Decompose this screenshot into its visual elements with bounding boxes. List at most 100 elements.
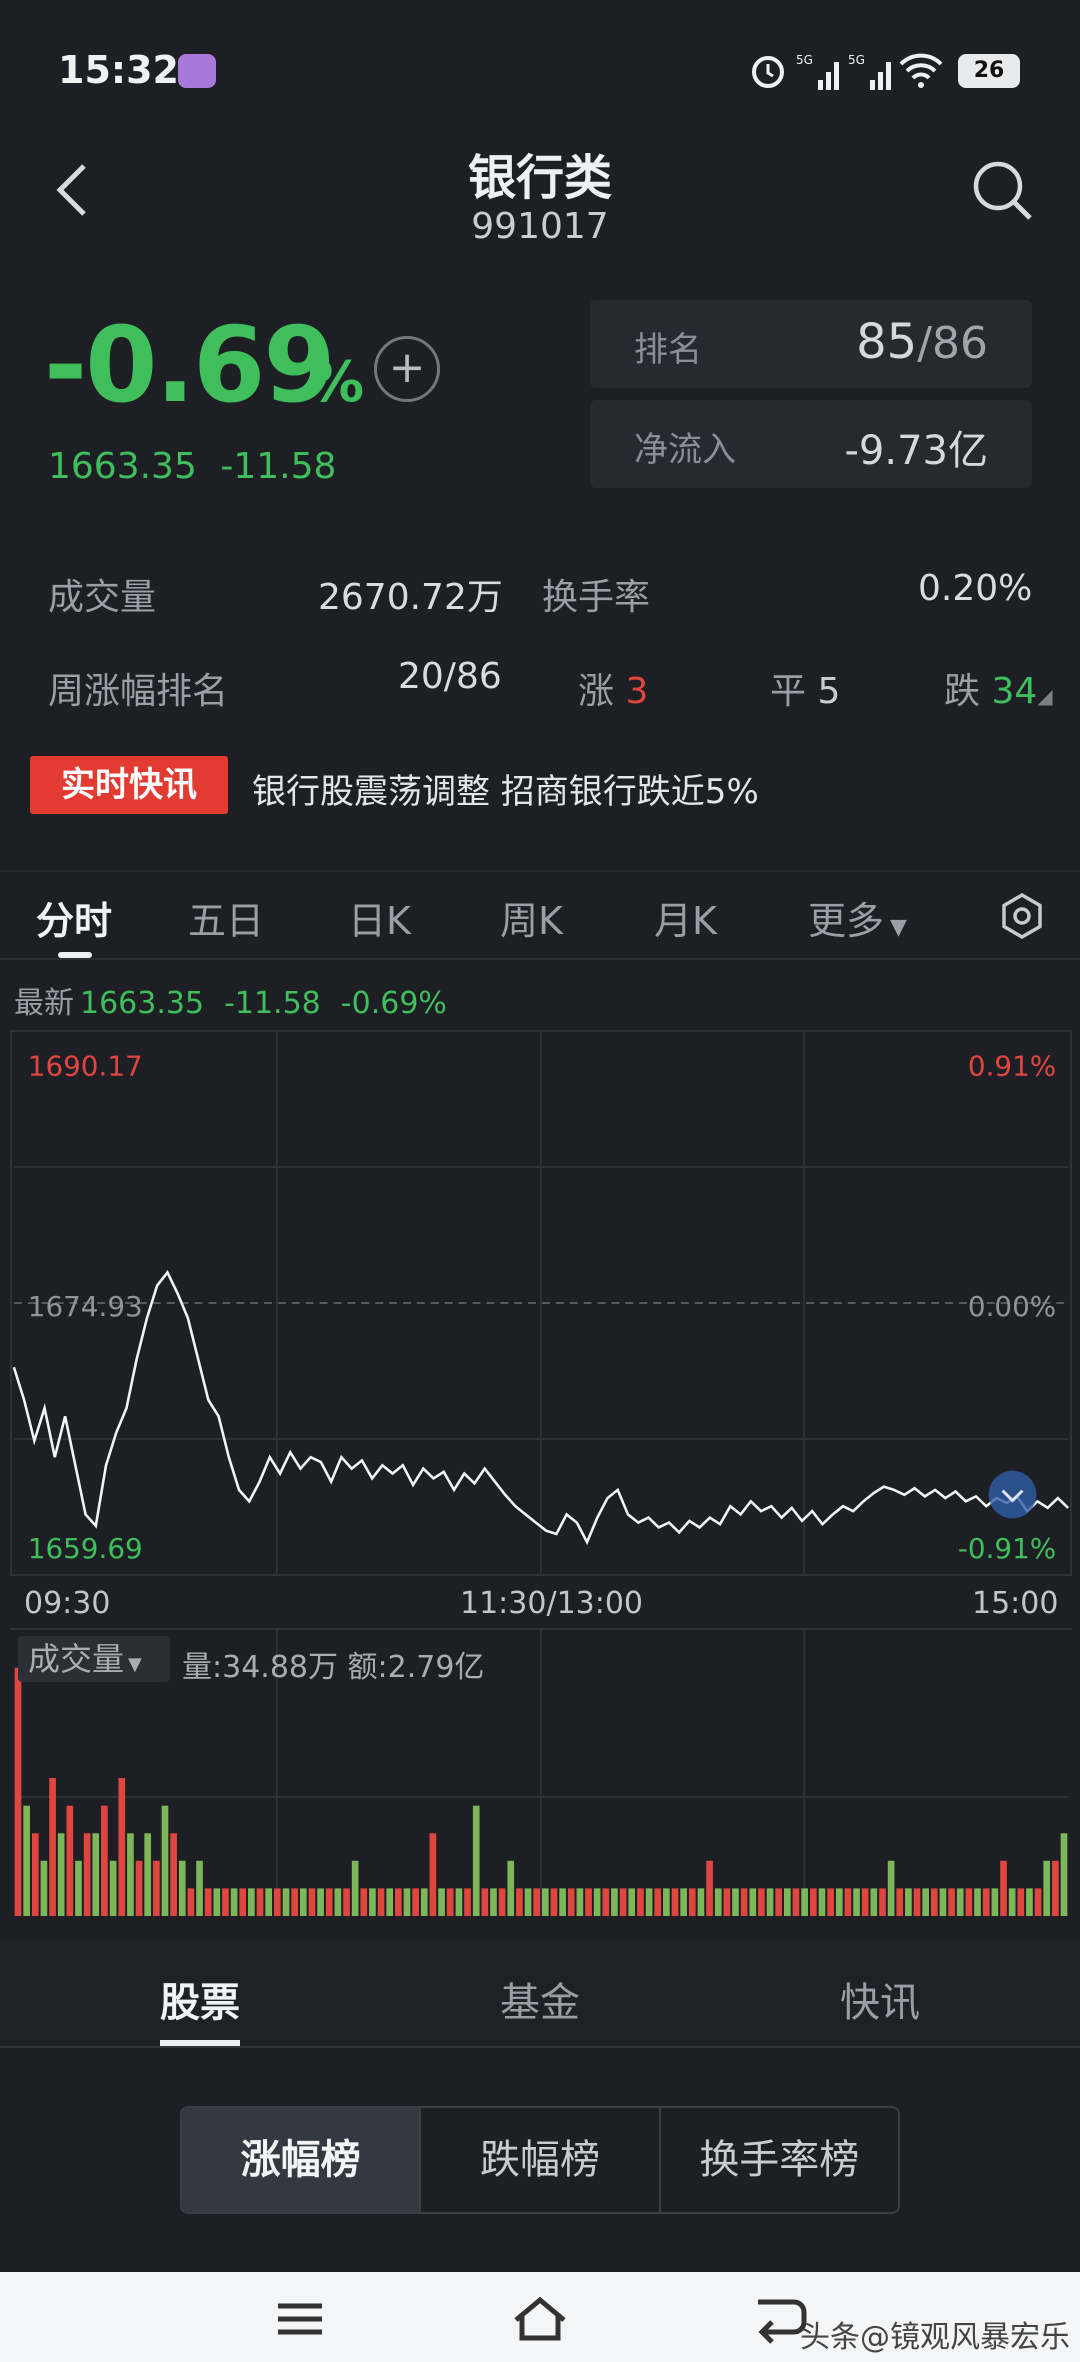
rank-box: 排名 85/86 bbox=[590, 300, 1032, 388]
tab-funds[interactable]: 基金 bbox=[500, 1970, 580, 2028]
volume-bar bbox=[628, 1888, 636, 1916]
volume-bar bbox=[299, 1888, 307, 1916]
volume-bar bbox=[377, 1888, 385, 1916]
volume-value: 2670.72万 bbox=[318, 577, 503, 618]
volume-bar bbox=[654, 1888, 662, 1916]
menu-icon[interactable] bbox=[270, 2294, 330, 2344]
home-icon[interactable] bbox=[510, 2294, 570, 2344]
volume-bar bbox=[576, 1888, 584, 1916]
x-tick-end: 15:00 bbox=[972, 1586, 1059, 1621]
svg-text:5G: 5G bbox=[796, 53, 813, 67]
svg-text:5G: 5G bbox=[848, 53, 865, 67]
volume-bar bbox=[680, 1888, 687, 1916]
volume-bar bbox=[982, 1888, 990, 1916]
volume-bar bbox=[792, 1888, 800, 1916]
news-headline[interactable]: 银行股震荡调整 招商银行跌近5% bbox=[252, 764, 759, 813]
volume-bar bbox=[524, 1888, 532, 1916]
volume-bar bbox=[101, 1805, 108, 1916]
back-button[interactable] bbox=[48, 160, 98, 220]
tab-five-day[interactable]: 五日 bbox=[188, 890, 264, 945]
volume-bar bbox=[1026, 1888, 1033, 1916]
volume-dropdown[interactable]: 成交量 ▼ bbox=[18, 1636, 170, 1682]
volume-bar bbox=[758, 1888, 765, 1916]
volume-bar bbox=[896, 1888, 904, 1916]
signal-5g-icon-2: 5G bbox=[848, 53, 891, 90]
chart-tabs: 分时 五日 日K 周K 月K 更多 ▼ bbox=[0, 870, 1080, 960]
tab-flash-news[interactable]: 快讯 bbox=[840, 1970, 920, 2028]
volume-bar bbox=[395, 1888, 402, 1916]
volume-bar bbox=[386, 1888, 394, 1916]
tab-weekly-k[interactable]: 周K bbox=[500, 890, 563, 945]
volume-bar bbox=[835, 1888, 843, 1916]
volume-bar bbox=[550, 1888, 558, 1916]
volume-bar bbox=[308, 1888, 316, 1916]
volume-bar bbox=[213, 1888, 221, 1916]
up-count: 涨 3 bbox=[578, 671, 649, 712]
volume-bar bbox=[749, 1888, 757, 1916]
tab-monthly-k[interactable]: 月K bbox=[654, 890, 717, 945]
tab-underline bbox=[160, 2040, 240, 2046]
volume-bar bbox=[507, 1860, 515, 1916]
volume-bar bbox=[541, 1888, 549, 1916]
turnover-value: 0.20% bbox=[918, 568, 1033, 609]
volume-bar bbox=[732, 1888, 739, 1916]
tab-daily-k[interactable]: 日K bbox=[348, 890, 411, 945]
chart-cursor-button[interactable] bbox=[988, 1470, 1037, 1519]
volume-bar bbox=[766, 1888, 774, 1916]
volume-bar bbox=[602, 1888, 610, 1916]
netflow-box: 净流入 -9.73亿 bbox=[590, 400, 1032, 488]
volume-bar bbox=[49, 1778, 56, 1916]
volume-bar bbox=[801, 1888, 808, 1916]
volume-bar bbox=[853, 1888, 860, 1916]
volume-bar bbox=[222, 1888, 229, 1916]
volume-bar bbox=[870, 1888, 878, 1916]
volume-bar bbox=[861, 1888, 869, 1916]
volume-bar bbox=[879, 1888, 886, 1916]
volume-bar bbox=[144, 1833, 152, 1916]
volume-bar bbox=[291, 1888, 298, 1916]
change-percent-unit: % bbox=[308, 350, 365, 415]
volume-bar bbox=[723, 1888, 731, 1916]
volume-bar bbox=[446, 1888, 454, 1916]
wifi-icon bbox=[899, 53, 943, 88]
status-time: 15:32 bbox=[58, 48, 179, 92]
search-icon[interactable] bbox=[970, 158, 1036, 224]
volume-bar bbox=[688, 1888, 696, 1916]
volume-bar bbox=[1043, 1860, 1051, 1916]
volume-bar bbox=[481, 1888, 489, 1916]
current-price: 1663.35 bbox=[48, 446, 197, 487]
volume-bar bbox=[455, 1888, 463, 1916]
y-tick-right-top: 0.91% bbox=[968, 1050, 1056, 1083]
down-count[interactable]: 跌 34◢ bbox=[944, 662, 1053, 714]
volume-bar bbox=[930, 1888, 938, 1916]
tab-stocks[interactable]: 股票 bbox=[160, 1970, 240, 2028]
volume-bar bbox=[818, 1888, 826, 1916]
volume-bar bbox=[127, 1833, 134, 1916]
volume-bar bbox=[697, 1888, 705, 1916]
segment-losers[interactable]: 跌幅榜 bbox=[421, 2108, 661, 2212]
volume-bar bbox=[334, 1888, 342, 1916]
volume-bar bbox=[567, 1888, 575, 1916]
volume-bar bbox=[325, 1888, 333, 1916]
volume-bar bbox=[109, 1860, 117, 1916]
volume-bar bbox=[585, 1888, 592, 1916]
volume-bar bbox=[775, 1888, 783, 1916]
volume-bar bbox=[956, 1888, 964, 1916]
volume-bar bbox=[533, 1888, 541, 1916]
latest-pct: -0.69% bbox=[340, 986, 447, 1021]
latest-label: 最新 bbox=[14, 986, 74, 1021]
settings-icon[interactable] bbox=[998, 892, 1046, 940]
volume-bar bbox=[369, 1888, 376, 1916]
volume-bar bbox=[784, 1888, 791, 1916]
netflow-label: 净流入 bbox=[634, 430, 736, 470]
segment-turnover[interactable]: 换手率榜 bbox=[661, 2108, 898, 2212]
volume-bar bbox=[239, 1888, 247, 1916]
add-watchlist-button[interactable]: + bbox=[374, 336, 440, 402]
tab-intraday[interactable]: 分时 bbox=[36, 890, 112, 945]
change-percent: -0.69 bbox=[44, 304, 336, 426]
intraday-price-chart[interactable]: 1690.17 1674.93 1659.69 0.91% 0.00% -0.9… bbox=[10, 1030, 1072, 1576]
volume-bar bbox=[153, 1860, 160, 1916]
index-code: 991017 bbox=[471, 206, 609, 247]
segment-gainers[interactable]: 涨幅榜 bbox=[182, 2108, 422, 2212]
tab-more[interactable]: 更多 ▼ bbox=[808, 890, 907, 945]
